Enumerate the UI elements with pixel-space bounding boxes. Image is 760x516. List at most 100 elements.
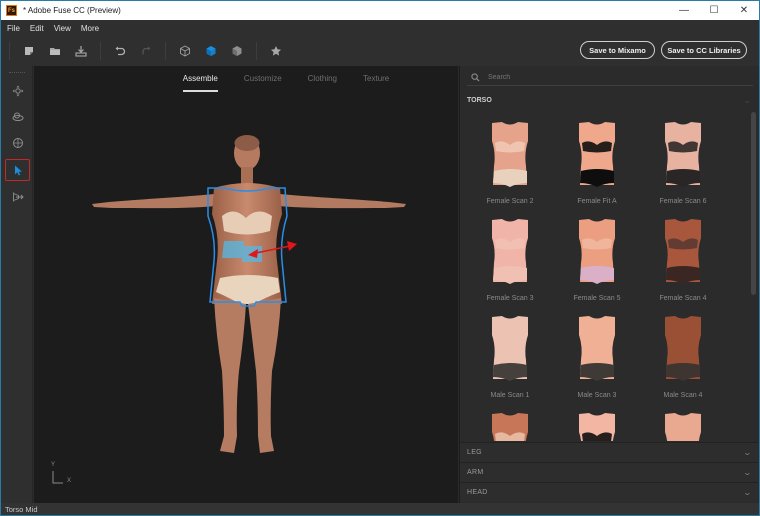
pose-tool-button[interactable]: [5, 186, 30, 208]
minimize-button[interactable]: —: [669, 1, 699, 20]
left-arm: [92, 194, 216, 209]
torso-item[interactable]: Female Fit A: [552, 111, 642, 208]
menu-edit[interactable]: Edit: [30, 24, 44, 33]
title-bar: Fs * Adobe Fuse CC (Preview) — ☐ ✕: [1, 1, 759, 20]
rail-grip: [9, 72, 25, 73]
toolbar-divider: [100, 42, 101, 60]
tool-rail: [1, 66, 33, 503]
axis-y-label: Y: [51, 462, 56, 468]
solid-cube-icon: [232, 46, 242, 56]
torso-item-label: Male Scan 1: [490, 392, 530, 399]
export-button[interactable]: [68, 39, 94, 63]
section-leg-label: LEG: [467, 449, 482, 456]
section-head-label: HEAD: [467, 489, 488, 496]
window-title: * Adobe Fuse CC (Preview): [23, 6, 121, 15]
chevron-down-icon: ⌄: [742, 488, 753, 497]
undo-button[interactable]: [107, 39, 133, 63]
section-torso-header[interactable]: TORSO ⌄: [460, 90, 758, 110]
torso-item[interactable]: [465, 402, 555, 441]
open-folder-icon: [50, 48, 60, 55]
torso-thumbnail: [579, 122, 615, 187]
hair: [234, 135, 260, 151]
section-leg-header[interactable]: LEG ⌄: [460, 442, 758, 462]
torso-item[interactable]: [552, 402, 642, 441]
axis-gizmo: Y X: [48, 462, 78, 490]
redo-button[interactable]: [133, 39, 159, 63]
toolbar-grip: [9, 42, 10, 60]
search-input[interactable]: [488, 74, 728, 81]
menu-more[interactable]: More: [81, 24, 99, 33]
torso-item-label: Female Scan 2: [486, 198, 534, 205]
right-arm: [278, 194, 406, 209]
section-arm-header[interactable]: ARM ⌄: [460, 462, 758, 482]
torso-item[interactable]: [638, 402, 728, 441]
torso-item-label: Male Scan 3: [577, 392, 617, 399]
orbit-tool-button[interactable]: [5, 132, 30, 154]
left-leg: [214, 298, 246, 453]
menu-bar: File Edit View More: [1, 20, 759, 36]
search-icon: [471, 73, 480, 82]
torso-item-label: Female Scan 6: [659, 198, 707, 205]
wireframe-view-button[interactable]: [172, 39, 198, 63]
section-arm-label: ARM: [467, 469, 484, 476]
chevron-down-icon: ⌄: [742, 95, 753, 105]
save-to-mixamo-button[interactable]: Save to Mixamo: [580, 41, 655, 59]
shaded-view-button[interactable]: [198, 39, 224, 63]
close-button[interactable]: ✕: [729, 1, 759, 20]
torso-item-label: Female Scan 4: [659, 295, 707, 302]
move-tool-button[interactable]: [5, 80, 30, 102]
axis-x-label: X: [67, 478, 72, 484]
new-icon: [25, 47, 33, 55]
favorite-button[interactable]: [263, 39, 289, 63]
torso-thumbnail: [492, 219, 528, 284]
torso-item-label: Female Scan 3: [486, 295, 534, 302]
wireframe-cube-icon: [180, 45, 190, 57]
torso-grid: Female Scan 2 Female Fit A Female Scan 6 Fe…: [460, 111, 750, 441]
app-window: Fs * Adobe Fuse CC (Preview) — ☐ ✕ File …: [0, 0, 760, 516]
torso-item[interactable]: Female Scan 4: [638, 208, 728, 305]
torso-item-label: Female Scan 5: [573, 295, 621, 302]
axis-lines-icon: [52, 471, 63, 484]
toolbar: Save to Mixamo Save to CC Libraries: [1, 36, 759, 66]
torso-item[interactable]: Female Scan 3: [465, 208, 555, 305]
torso-item[interactable]: Female Scan 6: [638, 111, 728, 208]
toolbar-divider: [256, 42, 257, 60]
cursor-arrow-icon: [14, 165, 22, 176]
torso-thumbnail: [665, 122, 701, 187]
rotate-tool-button[interactable]: [5, 106, 30, 128]
move-icon: [12, 85, 23, 97]
maximize-button[interactable]: ☐: [699, 1, 729, 20]
undo-icon: [115, 46, 126, 56]
torso-thumbnail: [492, 122, 528, 187]
shaded-cube-icon: [206, 46, 216, 56]
right-leg: [248, 298, 281, 453]
torso-thumbnail: [492, 413, 528, 441]
orbit-icon: [12, 138, 23, 148]
save-to-cc-libraries-button[interactable]: Save to CC Libraries: [661, 41, 747, 59]
open-button[interactable]: [42, 39, 68, 63]
torso-item[interactable]: Female Scan 2: [465, 111, 555, 208]
torso-item[interactable]: Male Scan 3: [552, 305, 642, 402]
select-tool-button[interactable]: [5, 159, 30, 181]
new-button[interactable]: [16, 39, 42, 63]
section-torso-label: TORSO: [467, 96, 492, 104]
chevron-down-icon: ⌄: [742, 448, 753, 457]
collapsed-sections: LEG ⌄ ARM ⌄ HEAD ⌄: [460, 442, 758, 502]
menu-view[interactable]: View: [54, 24, 71, 33]
export-icon: [75, 46, 87, 57]
section-head-header[interactable]: HEAD ⌄: [460, 482, 758, 502]
torso-item[interactable]: Male Scan 4: [638, 305, 728, 402]
rotate-icon: [12, 112, 23, 121]
redo-icon: [142, 46, 151, 55]
torso-thumbnail: [579, 219, 615, 284]
solid-view-button[interactable]: [224, 39, 250, 63]
torso-thumbnail: [579, 413, 615, 441]
character-model[interactable]: [34, 66, 458, 503]
status-text: Torso Mid: [5, 505, 38, 514]
3d-viewport[interactable]: Assemble Customize Clothing Texture Y X: [34, 66, 458, 503]
menu-file[interactable]: File: [7, 24, 20, 33]
torso-item[interactable]: Male Scan 1: [465, 305, 555, 402]
torso-thumbnail: [579, 316, 615, 381]
torso-item[interactable]: Female Scan 5: [552, 208, 642, 305]
panel-scrollbar[interactable]: [751, 112, 756, 295]
